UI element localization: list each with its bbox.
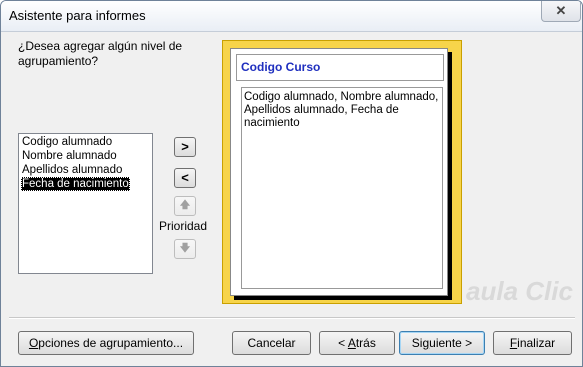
finish-button[interactable]: Finalizar bbox=[493, 331, 572, 355]
divider bbox=[9, 317, 575, 319]
next-label-prefix: Si bbox=[411, 336, 423, 350]
close-button[interactable]: ✕ bbox=[541, 1, 581, 22]
list-item[interactable]: Apellidos alumnado bbox=[21, 163, 123, 177]
back-button[interactable]: < Atrás bbox=[319, 331, 395, 355]
title-bar[interactable]: Asistente para informes ✕ bbox=[1, 1, 582, 32]
group-header-text: Codigo Curso bbox=[241, 60, 321, 74]
detail-fields-box: Codigo alumnado, Nombre alumnado, Apelli… bbox=[241, 87, 443, 289]
report-wizard-dialog: Asistente para informes ✕ ¿Desea agregar… bbox=[0, 0, 583, 367]
next-button[interactable]: Siguiente > bbox=[399, 331, 485, 355]
grouping-preview: Codigo Curso Codigo alumnado, Nombre alu… bbox=[222, 40, 462, 304]
grouping-question: ¿Desea agregar algún nivel de agrupamien… bbox=[18, 39, 183, 68]
up-arrow-icon: 🡅 bbox=[179, 200, 191, 211]
close-icon: ✕ bbox=[555, 3, 567, 18]
remove-group-level-button[interactable]: < bbox=[174, 168, 196, 188]
back-label-prefix: < bbox=[338, 336, 348, 350]
grouping-options-button[interactable]: Opciones de agrupamiento... bbox=[18, 331, 194, 355]
watermark-text: aula Clic bbox=[466, 276, 573, 306]
finish-label: inalizar bbox=[517, 336, 556, 350]
window-title: Asistente para informes bbox=[9, 8, 146, 23]
priority-down-button[interactable]: 🡇 bbox=[174, 239, 196, 259]
list-item[interactable]: Codigo alumnado bbox=[21, 135, 113, 149]
down-arrow-icon: 🡇 bbox=[179, 243, 191, 254]
add-arrow-icon: > bbox=[181, 139, 189, 154]
group-header-box: Codigo Curso bbox=[236, 54, 444, 81]
next-label: uiente > bbox=[429, 336, 473, 350]
fields-listbox[interactable]: Codigo alumnado Nombre alumnado Apellido… bbox=[18, 133, 153, 274]
detail-fields-text: Codigo alumnado, Nombre alumnado, Apelli… bbox=[244, 91, 439, 129]
back-accesskey: A bbox=[347, 336, 356, 350]
preview-page: Codigo Curso Codigo alumnado, Nombre alu… bbox=[230, 48, 448, 296]
watermark-logo: aula Clic bbox=[466, 276, 578, 328]
priority-up-button[interactable]: 🡅 bbox=[174, 196, 196, 216]
add-group-level-button[interactable]: > bbox=[174, 137, 196, 157]
remove-arrow-icon: < bbox=[181, 170, 189, 185]
grouping-options-accesskey: O bbox=[28, 336, 39, 350]
back-label: trás bbox=[355, 336, 376, 350]
grouping-options-label: pciones de agrupamiento... bbox=[38, 336, 184, 350]
priority-label: Prioridad bbox=[159, 219, 208, 233]
cancel-button[interactable]: Cancelar bbox=[232, 331, 311, 355]
list-item-selected[interactable]: Fecha de nacimiento bbox=[21, 177, 130, 191]
cancel-label: Cancelar bbox=[247, 336, 296, 350]
list-item[interactable]: Nombre alumnado bbox=[21, 149, 118, 163]
